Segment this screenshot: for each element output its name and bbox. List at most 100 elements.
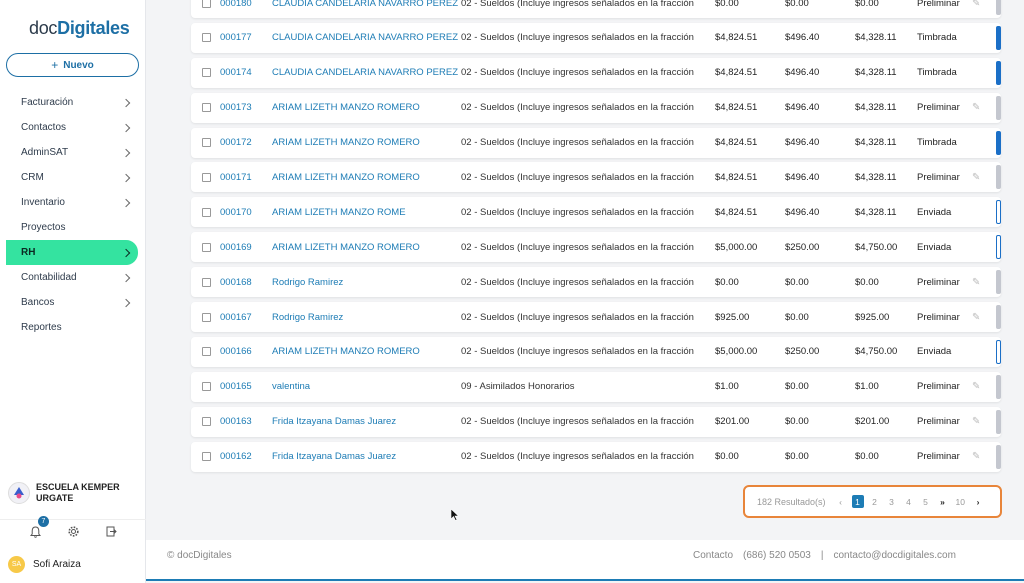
sidebar-item-inventario[interactable]: Inventario	[0, 190, 146, 215]
table-row[interactable]: 000177 CLAUDIA CANDELARIA NAVARRO PEREZ 02…	[191, 22, 1001, 53]
sidebar-item-contactos[interactable]: Contactos	[0, 115, 146, 140]
folio-link[interactable]: 000167	[220, 312, 252, 323]
edit-pencil-icon[interactable]: ✎	[972, 312, 980, 323]
table-row[interactable]: 000172 ARIAM LIZETH MANZO ROMERO 02 - Suel…	[191, 127, 1001, 158]
logout-icon[interactable]	[103, 524, 119, 540]
bell-icon[interactable]: 7	[27, 515, 49, 540]
page-button-1[interactable]: 1	[851, 495, 864, 508]
folio-link[interactable]: 000180	[220, 0, 252, 9]
sidebar-item-rh[interactable]: RH	[6, 240, 138, 265]
sidebar-item-proyectos[interactable]: Proyectos	[0, 215, 146, 240]
results-count: 182 Resultado(s)	[757, 496, 826, 507]
edit-pencil-icon[interactable]: ✎	[972, 172, 980, 183]
folio-link[interactable]: 000169	[220, 242, 252, 253]
folio-link[interactable]: 000174	[220, 67, 252, 78]
folio-link[interactable]: 000170	[220, 207, 252, 218]
sidebar-item-label: Reportes	[21, 322, 62, 333]
folio-link[interactable]: 000165	[220, 381, 252, 392]
user-profile[interactable]: SA Sofi Araiza	[8, 556, 81, 573]
row-checkbox[interactable]	[202, 312, 211, 322]
gear-icon[interactable]	[65, 524, 81, 540]
folio-link[interactable]: 000172	[220, 137, 252, 148]
row-checkbox[interactable]	[202, 452, 211, 462]
employee-name-link[interactable]: CLAUDIA CANDELARIA NAVARRO PEREZ	[272, 67, 458, 78]
sidebar-item-reportes[interactable]: Reportes	[0, 315, 146, 340]
sidebar-item-bancos[interactable]: Bancos	[0, 290, 146, 315]
row-checkbox[interactable]	[202, 347, 211, 357]
next-page-button[interactable]: ›	[972, 495, 984, 508]
last-page-button[interactable]: 10	[954, 495, 967, 508]
page-button-4[interactable]: 4	[903, 495, 915, 508]
table-row[interactable]: 000171 ARIAM LIZETH MANZO ROMERO 02 - Suel…	[191, 162, 1001, 193]
contact-phone[interactable]: (686) 520 0503	[743, 550, 811, 561]
app-logo[interactable]: docDigitales	[29, 18, 130, 39]
table-row[interactable]: 000170 ARIAM LIZETH MANZO ROME 02 - Sueldo…	[191, 197, 1001, 228]
table-row[interactable]: 000168 Rodrigo Ramirez 02 - Sueldos (Inclu…	[191, 267, 1001, 298]
sidebar-item-contabilidad[interactable]: Contabilidad	[0, 265, 146, 290]
employee-name-link[interactable]: CLAUDIA CANDELARIA NAVARRO PEREZ	[272, 0, 458, 9]
amount-total: $0.00	[855, 276, 879, 288]
employee-name-link[interactable]: Rodrigo Ramirez	[272, 312, 343, 323]
employee-name-link[interactable]: ARIAM LIZETH MANZO ROMERO	[272, 346, 420, 357]
employee-name-link[interactable]: ARIAM LIZETH MANZO ROMERO	[272, 102, 420, 113]
contact-email[interactable]: contacto@docdigitales.com	[833, 550, 955, 561]
new-button[interactable]: + Nuevo	[6, 53, 139, 77]
folio-link[interactable]: 000177	[220, 32, 252, 43]
table-row[interactable]: 000166 ARIAM LIZETH MANZO ROMERO 02 - Suel…	[191, 336, 1001, 367]
table-row[interactable]: 000173 ARIAM LIZETH MANZO ROMERO 02 - Suel…	[191, 92, 1001, 123]
table-row[interactable]: 000169 ARIAM LIZETH MANZO ROMERO 02 - Suel…	[191, 232, 1001, 263]
sidebar-item-facturación[interactable]: Facturación	[0, 90, 146, 115]
status-text: Enviada	[917, 241, 952, 253]
employee-name-link[interactable]: Frida Itzayana Damas Juarez	[272, 451, 396, 462]
row-checkbox[interactable]	[202, 242, 211, 252]
table-row[interactable]: 000165 valentina 09 - Asimilados Honorario…	[191, 371, 1001, 402]
page-button-5[interactable]: 5	[920, 495, 932, 508]
table-row[interactable]: 000167 Rodrigo Ramirez 02 - Sueldos (Inclu…	[191, 302, 1001, 333]
row-checkbox[interactable]	[202, 33, 211, 43]
folio-link[interactable]: 000166	[220, 346, 252, 357]
employee-name-link[interactable]: CLAUDIA CANDELARIA NAVARRO PEREZ	[272, 32, 458, 43]
row-checkbox[interactable]	[202, 277, 211, 287]
employee-name-link[interactable]: ARIAM LIZETH MANZO ROMERO	[272, 172, 420, 183]
table-row[interactable]: 000180 CLAUDIA CANDELARIA NAVARRO PEREZ 02…	[191, 0, 1001, 18]
page-button-2[interactable]: 2	[869, 495, 881, 508]
row-checkbox[interactable]	[202, 417, 211, 427]
edit-pencil-icon[interactable]: ✎	[972, 0, 980, 9]
table-row[interactable]: 000174 CLAUDIA CANDELARIA NAVARRO PEREZ 02…	[191, 57, 1001, 88]
edit-pencil-icon[interactable]: ✎	[972, 381, 980, 392]
employee-name-link[interactable]: ARIAM LIZETH MANZO ROMERO	[272, 137, 420, 148]
employee-name-link[interactable]: valentina	[272, 381, 310, 392]
employee-name-link[interactable]: ARIAM LIZETH MANZO ROMERO	[272, 242, 420, 253]
row-checkbox[interactable]	[202, 68, 211, 78]
row-checkbox[interactable]	[202, 382, 211, 392]
sidebar-item-crm[interactable]: CRM	[0, 165, 146, 190]
folio-link[interactable]: 000163	[220, 416, 252, 427]
folio-link[interactable]: 000171	[220, 172, 252, 183]
concept-text: 02 - Sueldos (Incluye ingresos señalados…	[461, 416, 694, 428]
edit-pencil-icon[interactable]: ✎	[972, 102, 980, 113]
edit-pencil-icon[interactable]: ✎	[972, 277, 980, 288]
edit-pencil-icon[interactable]: ✎	[972, 416, 980, 427]
prev-page-button[interactable]: ‹	[835, 495, 847, 508]
row-checkbox[interactable]	[202, 138, 211, 148]
row-checkbox[interactable]	[202, 172, 211, 182]
employee-name-link[interactable]: Frida Itzayana Damas Juarez	[272, 416, 396, 427]
chevron-right-icon	[121, 148, 131, 157]
folio-link[interactable]: 000173	[220, 102, 252, 113]
page-button-3[interactable]: 3	[886, 495, 898, 508]
status-text: Preliminar	[917, 171, 960, 183]
table-row[interactable]: 000163 Frida Itzayana Damas Juarez 02 - Su…	[191, 406, 1001, 437]
employee-name-link[interactable]: ARIAM LIZETH MANZO ROME	[272, 207, 406, 218]
table-row[interactable]: 000162 Frida Itzayana Damas Juarez 02 - Su…	[191, 441, 1001, 472]
folio-link[interactable]: 000168	[220, 277, 252, 288]
row-checkbox[interactable]	[202, 0, 211, 8]
jump-pages-button[interactable]: »	[937, 495, 949, 508]
row-checkbox[interactable]	[202, 103, 211, 113]
amount-perceptions: $5,000.00	[715, 241, 758, 253]
sidebar-item-adminsat[interactable]: AdminSAT	[0, 140, 146, 165]
employee-name-link[interactable]: Rodrigo Ramirez	[272, 277, 343, 288]
row-checkbox[interactable]	[202, 207, 211, 217]
edit-pencil-icon[interactable]: ✎	[972, 451, 980, 462]
organization[interactable]: ESCUELA KEMPER URGATE	[8, 482, 136, 504]
folio-link[interactable]: 000162	[220, 451, 252, 462]
